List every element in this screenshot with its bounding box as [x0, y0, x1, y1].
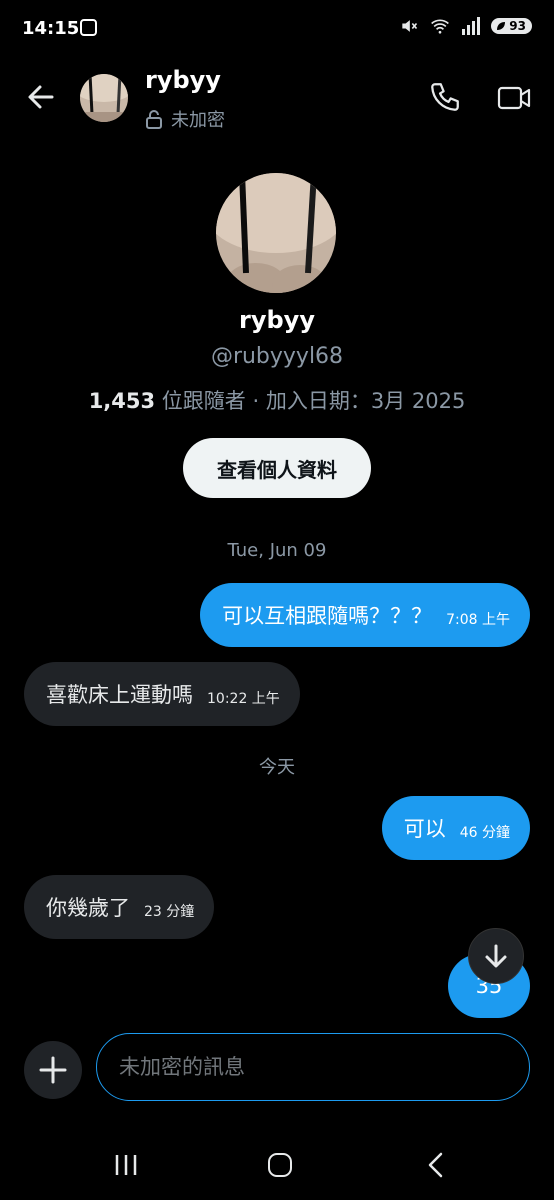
profile-handle: @rubyyyl68 — [210, 344, 344, 369]
status-time: 14:15 — [22, 18, 80, 39]
phone-icon — [431, 83, 459, 111]
encryption-label: 未加密 — [171, 110, 225, 131]
profile-avatar-image — [216, 173, 336, 293]
profile-meta: 1,453 位跟隨者 · 加入日期：3月 2025 — [0, 385, 554, 415]
message-input[interactable] — [96, 1033, 530, 1101]
nav-back-icon — [428, 1152, 443, 1178]
followers-count: 1,453 — [88, 389, 156, 413]
battery-level: 93 — [509, 19, 526, 33]
video-icon — [497, 86, 531, 110]
message-time: 23 分鐘 — [144, 904, 195, 920]
view-profile-button[interactable]: 查看個人資料 — [183, 438, 371, 498]
nav-home-button[interactable] — [268, 1153, 292, 1177]
message-bubble-outgoing[interactable]: 可以互相跟隨嗎？？？ 7:08 上午 — [200, 583, 530, 647]
message-text: 可以互相跟隨嗎？？？ — [222, 604, 433, 628]
encryption-status: 未加密 — [145, 106, 225, 132]
video-call-button[interactable] — [496, 82, 532, 114]
plus-icon — [39, 1056, 67, 1084]
wifi-icon — [431, 19, 450, 34]
chat-title: rybyy — [145, 66, 221, 94]
status-icons: 93 — [399, 16, 532, 36]
message-bubble-outgoing[interactable]: 可以 46 分鐘 — [381, 796, 530, 860]
nav-recent-apps-button[interactable] — [114, 1153, 138, 1177]
message-time: 46 分鐘 — [459, 825, 510, 841]
profile-meta-text: 位跟隨者 · 加入日期：3月 2025 — [155, 389, 466, 413]
scroll-to-bottom-button[interactable] — [468, 928, 524, 984]
recent-apps-icon — [115, 1155, 137, 1175]
message-text: 你幾歲了 — [46, 896, 130, 920]
signal-icon — [462, 17, 481, 35]
arrow-down-icon — [485, 944, 507, 968]
profile-avatar[interactable] — [216, 173, 336, 293]
message-bubble-incoming[interactable]: 你幾歲了 23 分鐘 — [24, 875, 215, 939]
date-separator: Tue, Jun 09 — [227, 540, 327, 561]
back-button[interactable] — [22, 78, 60, 116]
unlock-icon — [146, 110, 162, 129]
message-time: 7:08 上午 — [446, 612, 510, 628]
avatar-image — [80, 74, 128, 122]
battery-indicator: 93 — [491, 18, 532, 34]
message-text: 可以 — [403, 817, 446, 841]
battery-leaf-icon — [497, 22, 506, 30]
date-separator: 今天 — [259, 757, 295, 778]
avatar[interactable] — [80, 74, 128, 122]
message-time: 10:22 上午 — [207, 691, 280, 707]
mute-icon — [402, 20, 418, 32]
profile-name: rybyy — [239, 306, 315, 334]
add-attachment-button[interactable] — [24, 1041, 82, 1099]
nav-back-button[interactable] — [425, 1152, 447, 1178]
screenshot-icon — [80, 19, 97, 36]
call-button[interactable] — [428, 80, 462, 114]
back-arrow-icon — [28, 85, 54, 109]
message-bubble-incoming[interactable]: 喜歡床上運動嗎 10:22 上午 — [24, 662, 300, 726]
message-text: 喜歡床上運動嗎 — [46, 683, 193, 707]
